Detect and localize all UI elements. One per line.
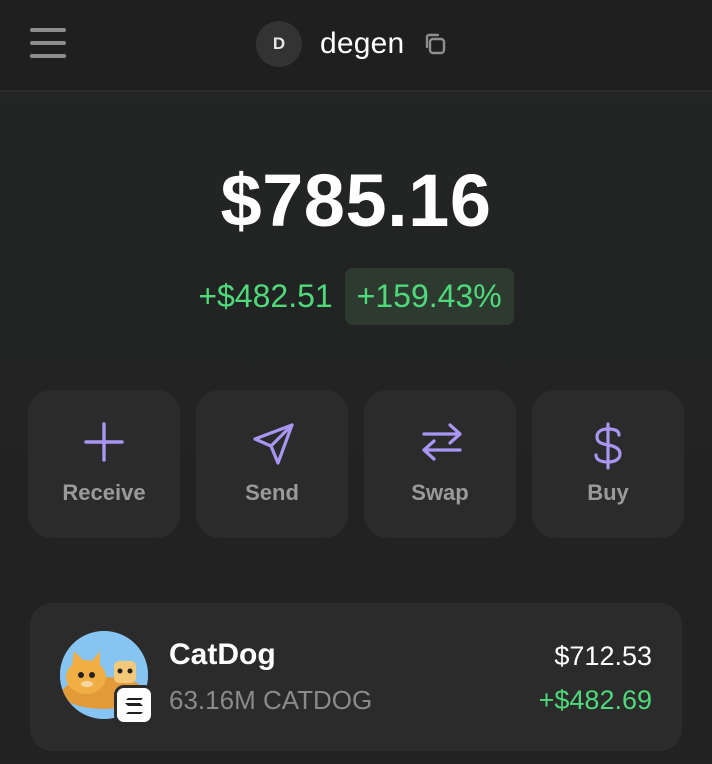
total-balance: $785.16 [220, 159, 492, 242]
top-bar: D degen [0, 0, 712, 92]
change-percent-badge: +159.43% [344, 268, 514, 325]
send-button[interactable]: Send [196, 390, 348, 538]
plus-icon [84, 422, 124, 462]
send-icon [253, 423, 294, 465]
copy-icon[interactable] [422, 31, 448, 57]
swap-button[interactable]: Swap [364, 390, 516, 538]
balance-change: +$482.51 +159.43% [0, 268, 712, 325]
token-row-catdog[interactable]: CatDog 63.16M CATDOG $712.53 +$482.69 [30, 603, 682, 751]
token-amount: 63.16M CATDOG [169, 685, 373, 715]
menu-icon[interactable] [30, 28, 66, 60]
wallet-app: D degen $785.16 +$482.51 +159.43% Receiv… [0, 0, 712, 764]
token-value: $712.53 [554, 641, 652, 671]
account-name[interactable]: degen [320, 27, 404, 61]
account-switcher[interactable]: D degen [256, 20, 448, 68]
buy-label: Buy [587, 480, 629, 505]
send-label: Send [245, 480, 299, 505]
change-absolute: +$482.51 [198, 278, 333, 314]
dollar-icon [594, 422, 622, 470]
receive-label: Receive [62, 480, 146, 505]
avatar[interactable]: D [256, 21, 302, 67]
action-buttons: Receive Send Swap Buy [28, 390, 684, 538]
swap-icon [422, 423, 462, 461]
receive-button[interactable]: Receive [28, 390, 180, 538]
token-name: CatDog [169, 638, 276, 671]
solana-icon [114, 685, 154, 725]
token-change: +$482.69 [538, 685, 652, 715]
buy-button[interactable]: Buy [532, 390, 684, 538]
swap-label: Swap [411, 480, 469, 505]
